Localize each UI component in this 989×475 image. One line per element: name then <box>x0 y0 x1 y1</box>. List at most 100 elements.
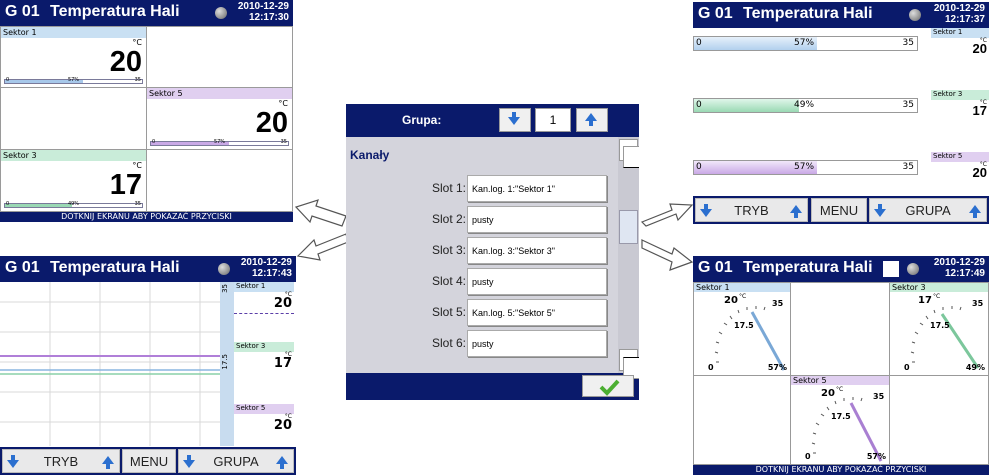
gauge-empty-6 <box>889 375 989 465</box>
gauge-value: 17 <box>918 295 932 306</box>
gauge-unit: °C <box>739 293 747 300</box>
bar-min: 0 <box>696 100 702 110</box>
gauge-min: 0 <box>708 363 714 372</box>
slot-row: Slot 6: pusty <box>346 330 618 358</box>
slot-select[interactable]: pusty <box>467 268 607 295</box>
gauge-sektor-5[interactable]: Sektor 5 20 °C 35 17.5 0 57% <box>790 375 890 465</box>
arrow-up-icon <box>585 113 597 121</box>
gauge-sektor-3[interactable]: Sektor 3 17 °C 35 17.5 0 49% <box>889 282 989 376</box>
arrow-down-icon <box>508 117 520 125</box>
slot-label: Slot 5: <box>431 305 466 319</box>
gauge-ticks <box>714 306 766 363</box>
gauge-sektor-1[interactable]: Sektor 1 20 °C 35 17.5 0 57% <box>693 282 791 376</box>
gauge-max: 35 <box>772 299 784 308</box>
bar-row-sektor-3[interactable]: 0 49% 35 Sektor 3 °C 17 <box>693 90 989 138</box>
slot-row: Slot 5: Kan.log. 5:"Sektor 5" <box>346 299 618 327</box>
datetime: 2010-12-29 12:17:49 <box>933 257 985 279</box>
arrow-up-icon <box>790 205 802 213</box>
bar-tag: Sektor 1 °C 20 <box>931 28 989 58</box>
slot-label: Slot 3: <box>431 243 466 257</box>
bar-track: 0 57% 35 <box>693 36 918 51</box>
slot-scrollbar[interactable] <box>618 137 639 379</box>
status-square-icon <box>883 261 899 277</box>
bar-row-sektor-1[interactable]: 0 57% 35 Sektor 1 °C 20 <box>693 28 989 76</box>
grupa-value-field[interactable]: 1 <box>535 108 571 132</box>
confirm-button[interactable] <box>582 375 634 397</box>
arrow-to-tiles-icon <box>294 199 347 227</box>
slot-label: Slot 4: <box>431 274 466 288</box>
gauge-label: Sektor 3 <box>890 283 988 292</box>
grupa-button[interactable]: GRUPA <box>869 198 987 222</box>
gauge-label: Sektor 5 <box>791 376 889 385</box>
arrow-to-gauges-icon <box>641 239 694 271</box>
bar-row-sektor-5[interactable]: 0 57% 35 Sektor 5 °C 20 <box>693 152 989 200</box>
gauge-min: 0 <box>805 452 811 461</box>
gauge-mid: 17.5 <box>930 321 950 330</box>
arrow-to-bars-icon <box>640 203 694 227</box>
bar-pct: 57% <box>794 162 815 172</box>
tryb-button[interactable]: TRYB <box>695 198 808 222</box>
slot-select[interactable]: Kan.log. 5:"Sektor 5" <box>467 299 607 326</box>
group-title: Temperatura Hali <box>743 259 873 276</box>
gauge-max: 35 <box>873 392 885 401</box>
gauge-value: 20 <box>821 388 835 399</box>
status-led-icon <box>909 9 921 21</box>
title-bar: G 01 Temperatura Hali 2010-12-29 12:17:49 <box>693 256 989 282</box>
scroll-up-button[interactable] <box>619 139 639 168</box>
triangle-up-icon <box>623 146 639 168</box>
scroll-thumb[interactable] <box>619 210 638 244</box>
menu-button[interactable]: MENU <box>811 198 867 222</box>
bar-tag: Sektor 3 °C 17 <box>931 90 989 120</box>
hint-footer[interactable]: DOTKNIJ EKRANU ABY POKAZAĆ PRZYCISKI <box>693 465 989 475</box>
bar-min: 0 <box>696 38 702 48</box>
status-led-icon <box>907 263 919 275</box>
slot-row: Slot 4: pusty <box>346 268 618 296</box>
bar-tag: Sektor 5 °C 20 <box>931 152 989 182</box>
gauge-pct: 57% <box>866 452 886 461</box>
checkmark-icon <box>599 379 620 396</box>
grupa-increment-button[interactable] <box>576 108 608 132</box>
tag-value: 20 <box>972 41 987 56</box>
slot-select[interactable]: Kan.log. 1:"Sektor 1" <box>467 175 607 202</box>
tag-value: 17 <box>972 103 987 118</box>
datetime: 2010-12-29 12:17:37 <box>933 3 985 25</box>
slot-select[interactable]: pusty <box>467 206 607 233</box>
group-config-dialog: Grupa: 1 Kanały Slot 1: Kan.log. 1:"Sekt… <box>346 104 639 400</box>
bar-track: 0 49% 35 <box>693 98 918 113</box>
grupa-decrement-button[interactable] <box>499 108 531 132</box>
slot-select[interactable]: pusty <box>467 330 607 357</box>
gauge-unit: °C <box>836 386 844 393</box>
bar-pct: 57% <box>794 38 815 48</box>
group-title: Temperatura Hali <box>743 5 873 22</box>
bar-max: 35 <box>902 38 914 48</box>
gauge-ticks <box>811 397 863 454</box>
arrow-to-trend-icon <box>296 233 349 261</box>
title-bar: G 01 Temperatura Hali 2010-12-29 12:17:37 <box>693 2 989 28</box>
grupa-label: Grupa: <box>402 113 442 127</box>
gauge-empty-4 <box>693 375 791 465</box>
bar-track: 0 57% 35 <box>693 160 918 175</box>
scroll-down-button[interactable] <box>619 349 639 379</box>
button-bar: TRYB MENU GRUPA <box>693 196 989 224</box>
panel-gauges: G 01 Temperatura Hali 2010-12-29 12:17:49… <box>693 256 989 475</box>
bar-max: 35 <box>902 100 914 110</box>
group-id: G 01 <box>698 259 733 276</box>
group-id: G 01 <box>698 5 733 22</box>
gauge-mid: 17.5 <box>831 412 851 421</box>
panel-bars: G 01 Temperatura Hali 2010-12-29 12:17:37… <box>693 2 989 224</box>
gauge-ticks <box>910 306 962 363</box>
slot-row: Slot 3: Kan.log. 3:"Sektor 3" <box>346 237 618 265</box>
gauge-label: Sektor 1 <box>694 283 790 292</box>
slot-label: Slot 6: <box>431 336 466 350</box>
slot-row: Slot 2: pusty <box>346 206 618 234</box>
gauge-min: 0 <box>904 363 910 372</box>
gauge-pct: 57% <box>767 363 787 372</box>
gauge-max: 35 <box>972 299 984 308</box>
gauge-needle <box>750 311 786 371</box>
gauge-unit: °C <box>933 293 941 300</box>
bar-fill <box>694 99 799 112</box>
gauge-empty-2 <box>790 282 890 376</box>
slot-select[interactable]: Kan.log. 3:"Sektor 3" <box>467 237 607 264</box>
gauge-mid: 17.5 <box>734 321 754 330</box>
gauge-pct: 49% <box>965 363 985 372</box>
